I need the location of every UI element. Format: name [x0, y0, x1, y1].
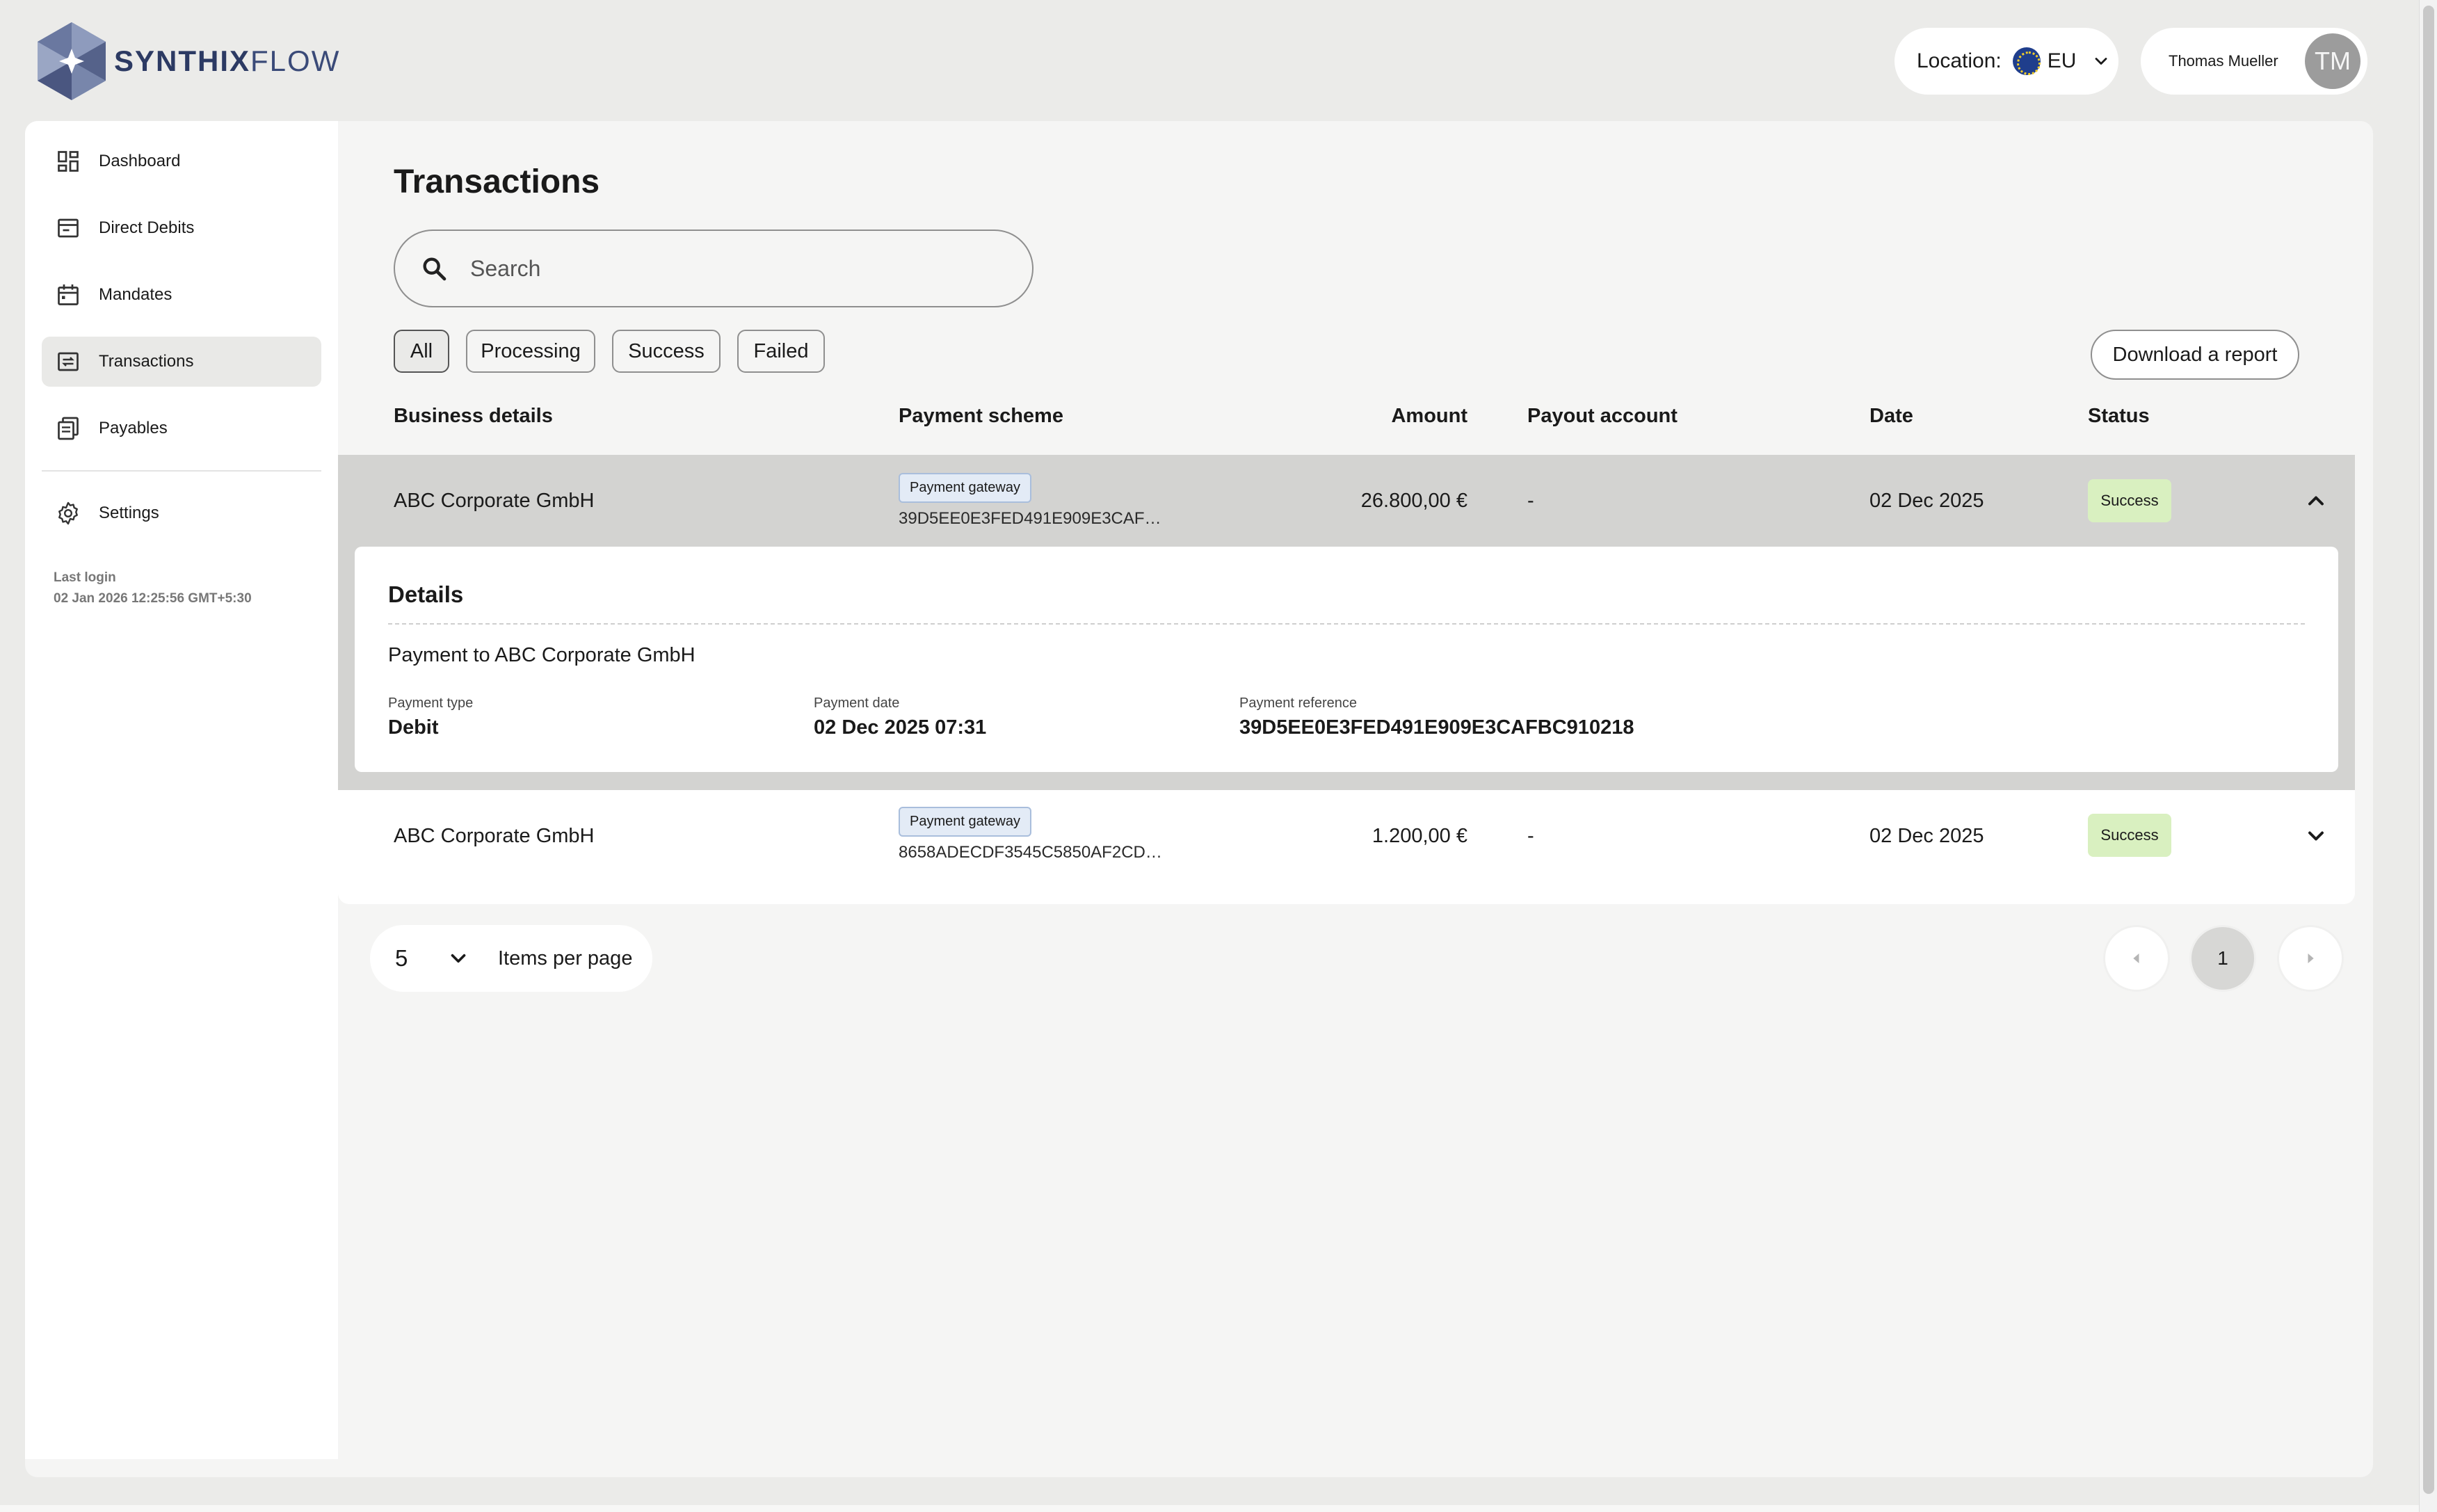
column-header-date: Date [1869, 405, 1913, 427]
page-scrollbar[interactable] [2419, 0, 2437, 1512]
sidebar-item-direct-debits[interactable]: Direct Debits [42, 203, 321, 253]
brand-name-light: FLOW [250, 45, 341, 77]
last-login-label: Last login [54, 570, 116, 585]
page-number-button[interactable]: 1 [2189, 925, 2256, 992]
user-menu[interactable]: Thomas Mueller TM [2141, 28, 2367, 95]
payment-type-value: Debit [388, 716, 439, 739]
payment-reference-value: 39D5EE0E3FED491E909E3CAFBC910218 [1239, 716, 1634, 739]
row-details-panel: Details Payment to ABC Corporate GmbH Pa… [338, 547, 2355, 790]
hexagon-logo-icon [38, 22, 106, 100]
chevron-down-icon [2096, 58, 2107, 65]
column-header-payout: Payout account [1527, 405, 1678, 427]
status-badge: Success [2088, 479, 2171, 522]
column-header-business: Business details [394, 405, 553, 427]
caret-left-icon [2133, 954, 2139, 963]
payables-icon [58, 417, 79, 440]
payment-scheme-tag: Payment gateway [899, 473, 1031, 503]
sidebar-item-dashboard[interactable]: Dashboard [42, 136, 321, 186]
amount-value: 1.200,00 € [1372, 824, 1467, 847]
location-label: Location: [1917, 49, 2002, 72]
sidebar: Dashboard Direct Debits Mandates Transac… [25, 121, 338, 1459]
sidebar-item-label: Mandates [99, 285, 172, 304]
gear-icon [58, 501, 78, 525]
dashboard-icon [58, 151, 79, 172]
payment-scheme-reference: 39D5EE0E3FED491E909E3CAF… [899, 509, 1161, 528]
sidebar-divider [42, 470, 321, 472]
chevron-down-icon [451, 954, 466, 963]
business-name: ABC Corporate GmbH [394, 489, 595, 512]
sidebar-item-label: Settings [99, 504, 159, 522]
location-value: EU [2047, 49, 2077, 72]
sidebar-item-transactions[interactable]: Transactions [42, 337, 321, 387]
sidebar-item-payables[interactable]: Payables [42, 403, 321, 453]
page-title: Transactions [394, 163, 600, 200]
brand-name: SYNTHIXFLOW [114, 45, 340, 78]
chevron-up-icon[interactable] [2303, 488, 2329, 513]
brand-logo[interactable]: SYNTHIXFLOW [35, 21, 340, 102]
filter-failed[interactable]: Failed [737, 330, 825, 373]
payment-scheme-tag: Payment gateway [899, 807, 1031, 837]
sidebar-item-label: Dashboard [99, 152, 181, 170]
details-description: Payment to ABC Corporate GmbH [388, 644, 695, 666]
next-page-button[interactable] [2277, 925, 2344, 992]
business-name: ABC Corporate GmbH [394, 824, 595, 847]
column-header-scheme: Payment scheme [899, 405, 1063, 427]
sidebar-item-label: Direct Debits [99, 218, 195, 237]
transactions-icon [58, 352, 79, 371]
sidebar-item-label: Transactions [99, 352, 194, 371]
details-card: Details Payment to ABC Corporate GmbH Pa… [355, 547, 2338, 772]
sidebar-item-label: Payables [99, 419, 168, 437]
avatar[interactable]: TM [2305, 33, 2360, 89]
brand-name-bold: SYNTHIX [114, 45, 251, 77]
details-divider [388, 623, 2305, 625]
amount-value: 26.800,00 € [1360, 489, 1467, 512]
payment-type-label: Payment type [388, 695, 474, 711]
chevron-down-icon[interactable] [2303, 823, 2329, 849]
user-name: Thomas Mueller [2169, 52, 2278, 70]
payout-account-value: - [1527, 489, 1534, 512]
content-area: Transactions All Processing Success Fail… [338, 121, 2373, 1459]
caret-right-icon [2308, 954, 2314, 963]
main-frame: Dashboard Direct Debits Mandates Transac… [25, 121, 2373, 1477]
column-header-amount: Amount [1391, 405, 1467, 427]
column-header-status: Status [2088, 405, 2150, 427]
items-per-page-label: Items per page [498, 947, 633, 970]
payment-date-label: Payment date [814, 695, 900, 711]
table-row[interactable]: ABC Corporate GmbH Payment gateway 39D5E… [338, 455, 2355, 547]
previous-page-button[interactable] [2103, 925, 2170, 992]
details-title: Details [388, 581, 464, 607]
scrollbar-thumb[interactable] [2423, 6, 2434, 1494]
payout-account-value: - [1527, 824, 1534, 847]
status-badge: Success [2088, 814, 2171, 857]
filter-processing[interactable]: Processing [466, 330, 595, 373]
payment-reference-label: Payment reference [1239, 695, 1357, 711]
search-icon [423, 257, 447, 281]
last-login: Last login 02 Jan 2026 12:25:56 GMT+5:30 [54, 568, 252, 609]
search-box[interactable] [394, 230, 1033, 307]
date-value: 02 Dec 2025 [1869, 824, 1984, 847]
search-input[interactable] [470, 255, 999, 282]
top-header: SYNTHIXFLOW Location: EU Thomas Mueller … [0, 0, 2419, 121]
payment-date-value: 02 Dec 2025 07:31 [814, 716, 987, 739]
payment-scheme-reference: 8658ADECDF3545C5850AF2CD… [899, 843, 1162, 862]
items-per-page-selector[interactable]: 5 Items per page [370, 925, 652, 992]
bottom-strip [0, 1505, 2419, 1512]
table-row[interactable]: ABC Corporate GmbH Payment gateway 8658A… [338, 790, 2355, 882]
date-value: 02 Dec 2025 [1869, 489, 1984, 512]
location-selector[interactable]: Location: EU [1895, 28, 2118, 95]
sidebar-item-mandates[interactable]: Mandates [42, 270, 321, 320]
sidebar-item-settings[interactable]: Settings [42, 488, 321, 538]
table-footer [338, 882, 2355, 904]
direct-debits-icon [58, 218, 79, 238]
filter-success[interactable]: Success [612, 330, 721, 373]
calendar-icon [58, 284, 79, 305]
items-per-page-value: 5 [395, 945, 408, 971]
last-login-value: 02 Jan 2026 12:25:56 GMT+5:30 [54, 591, 252, 606]
filter-all[interactable]: All [394, 330, 449, 373]
download-report-button[interactable]: Download a report [2091, 330, 2299, 380]
eu-flag-icon [2012, 47, 2041, 75]
